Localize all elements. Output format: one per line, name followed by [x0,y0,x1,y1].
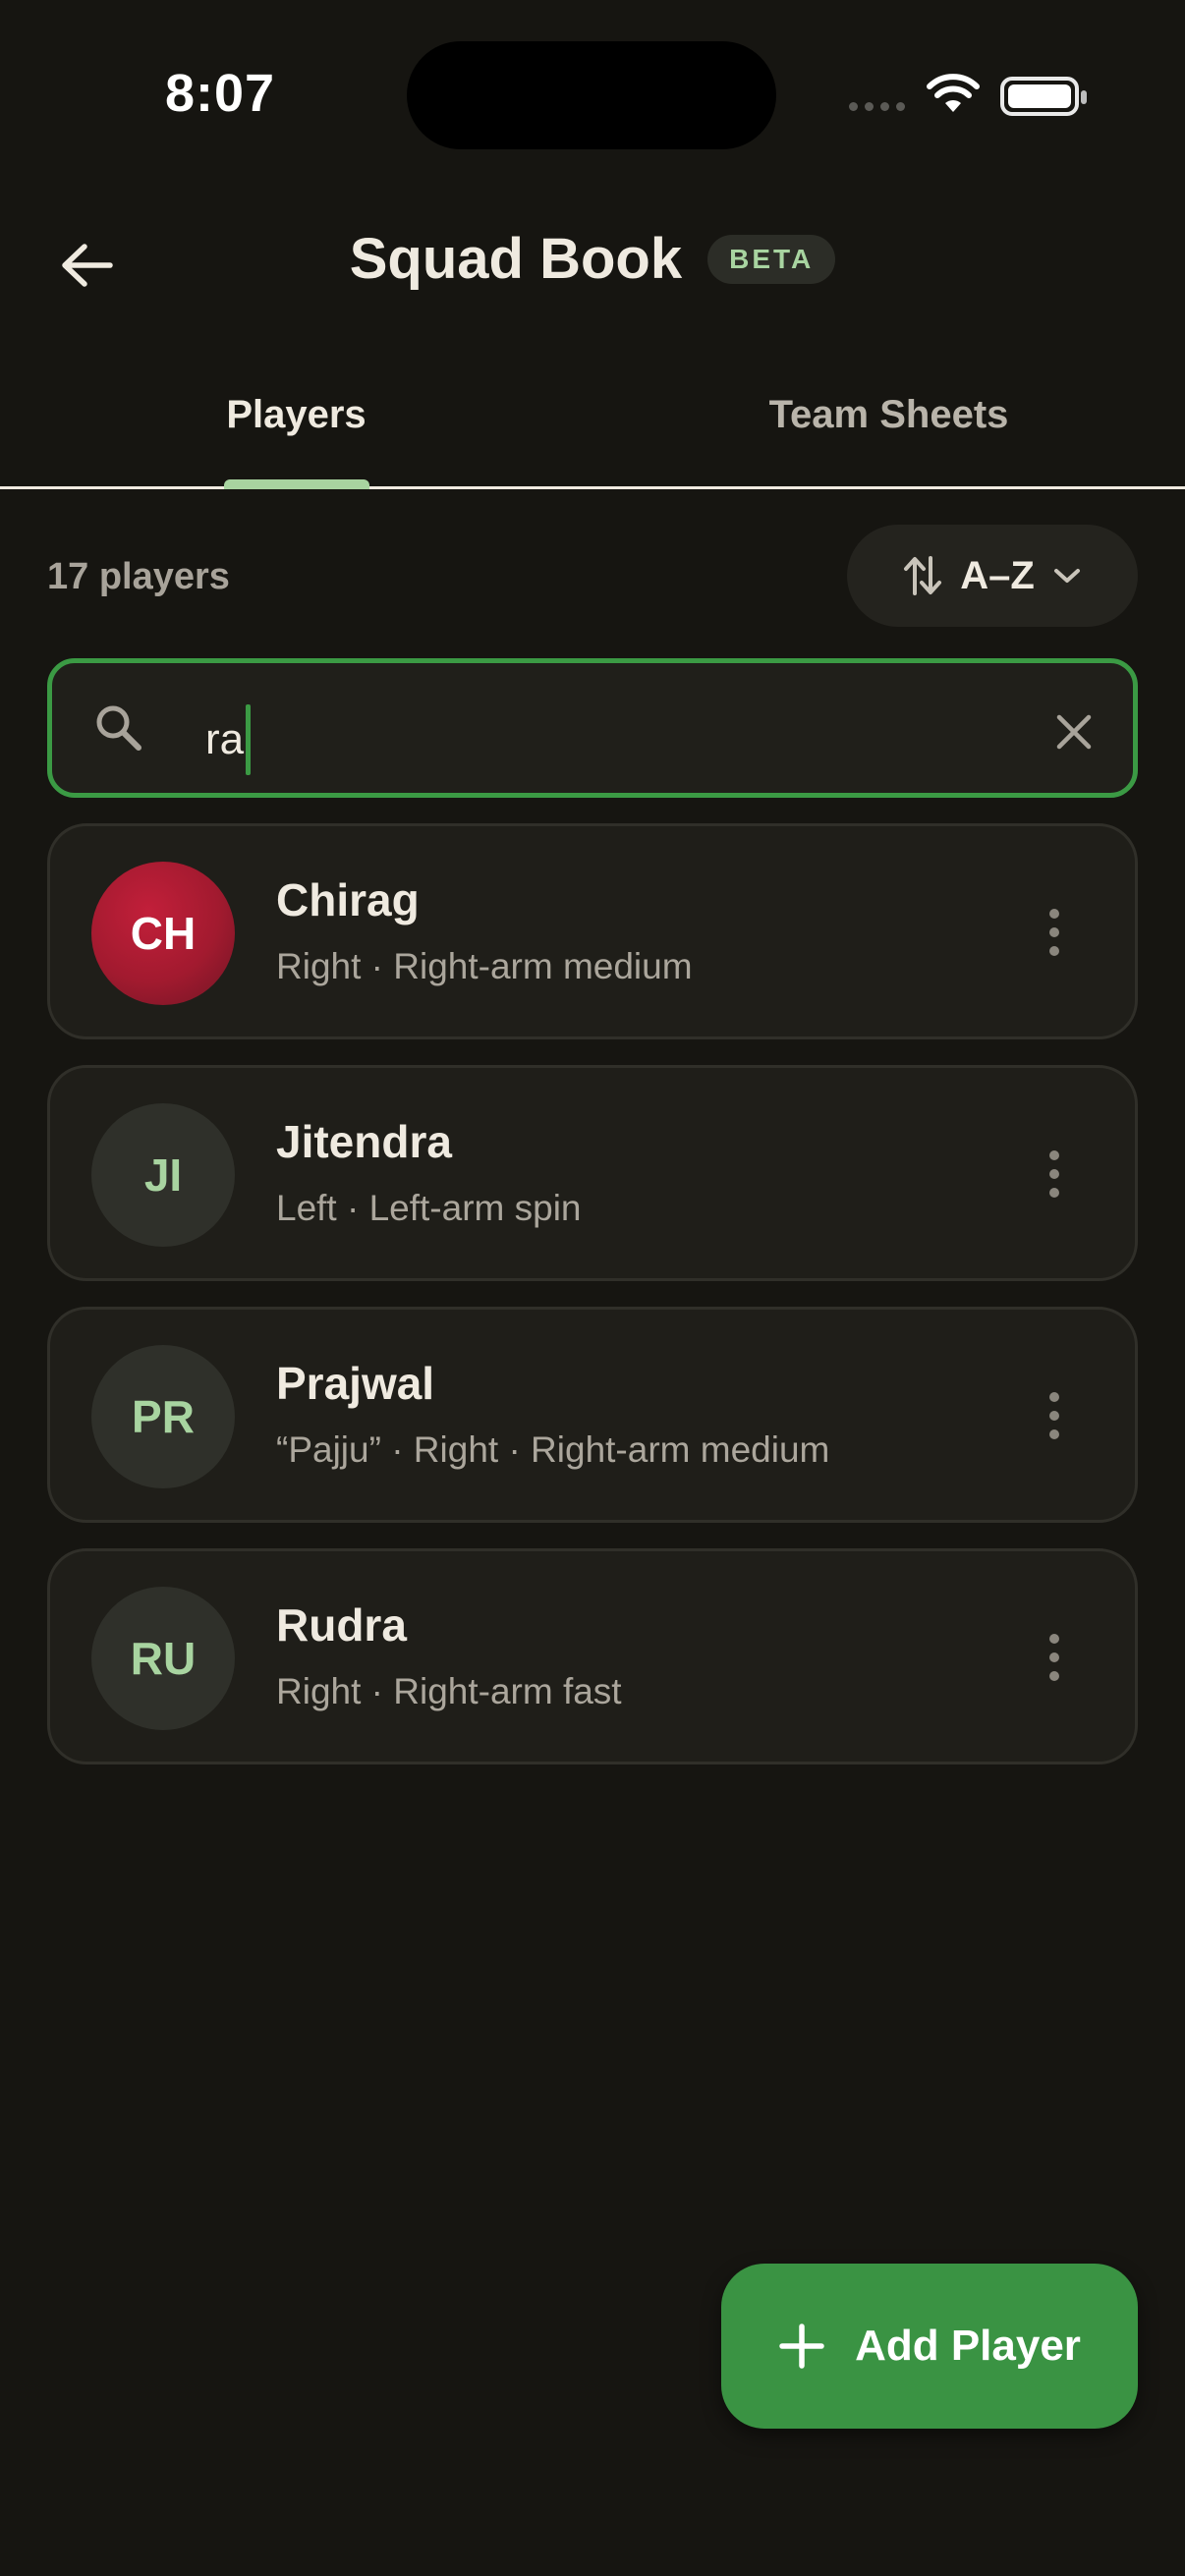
player-details: Left · Left-arm spin [276,1188,582,1228]
avatar: RU [91,1587,235,1730]
sort-label: A–Z [960,553,1035,597]
beta-badge: BETA [707,234,836,284]
active-tab-indicator [224,479,369,489]
sort-button[interactable]: A–Z [847,525,1138,627]
more-options-button[interactable] [1033,897,1076,968]
player-list: CH Chirag Right · Right-arm medium JI Ji… [47,823,1138,1790]
player-name: Jitendra [276,1116,452,1167]
player-card[interactable]: PR Prajwal “Pajju” · Right · Right-arm m… [47,1307,1138,1523]
player-name: Rudra [276,1599,407,1651]
search-field[interactable]: ra [47,658,1138,798]
status-bar: 8:07 [0,0,1185,187]
more-vert-icon [1049,1634,1059,1644]
text-caret [246,704,252,775]
page-title: Squad Book [349,227,683,291]
tab-players[interactable]: Players [0,393,592,437]
avatar: CH [91,862,235,1005]
clear-search-button[interactable] [1046,704,1101,759]
more-options-button[interactable] [1033,1139,1076,1209]
add-player-label: Add Player [855,2322,1081,2370]
dynamic-island [407,41,776,149]
player-details: Right · Right-arm medium [276,946,693,986]
player-name: Chirag [276,874,420,925]
add-player-button[interactable]: Add Player [721,2264,1138,2429]
avatar: PR [91,1345,235,1488]
player-name: Prajwal [276,1358,435,1409]
more-vert-icon [1049,1392,1059,1402]
chevron-down-icon [1053,569,1080,583]
app-header: Squad Book BETA [0,187,1185,344]
more-vert-icon [1049,909,1059,919]
avatar: JI [91,1103,235,1247]
wifi-icon [927,74,980,112]
more-options-button[interactable] [1033,1622,1076,1693]
player-details: “Pajju” · Right · Right-arm medium [276,1429,830,1470]
search-value: ra [205,715,245,763]
tab-bar: Players Team Sheets [0,365,1185,489]
sort-arrows-icon [904,556,942,595]
player-details: Right · Right-arm fast [276,1671,622,1711]
player-card[interactable]: RU Rudra Right · Right-arm fast [47,1548,1138,1764]
player-count: 17 players [47,556,230,597]
player-card[interactable]: CH Chirag Right · Right-arm medium [47,823,1138,1039]
battery-icon [1000,77,1087,116]
more-vert-icon [1049,1150,1059,1160]
status-time: 8:07 [165,64,276,123]
tab-team-sheets[interactable]: Team Sheets [592,393,1185,437]
player-card[interactable]: JI Jitendra Left · Left-arm spin [47,1065,1138,1281]
close-icon [1056,714,1092,750]
plus-icon [779,2324,824,2369]
search-icon [96,705,141,751]
cellular-signal-icon [849,102,905,111]
search-input[interactable]: ra [205,704,252,775]
more-options-button[interactable] [1033,1380,1076,1451]
